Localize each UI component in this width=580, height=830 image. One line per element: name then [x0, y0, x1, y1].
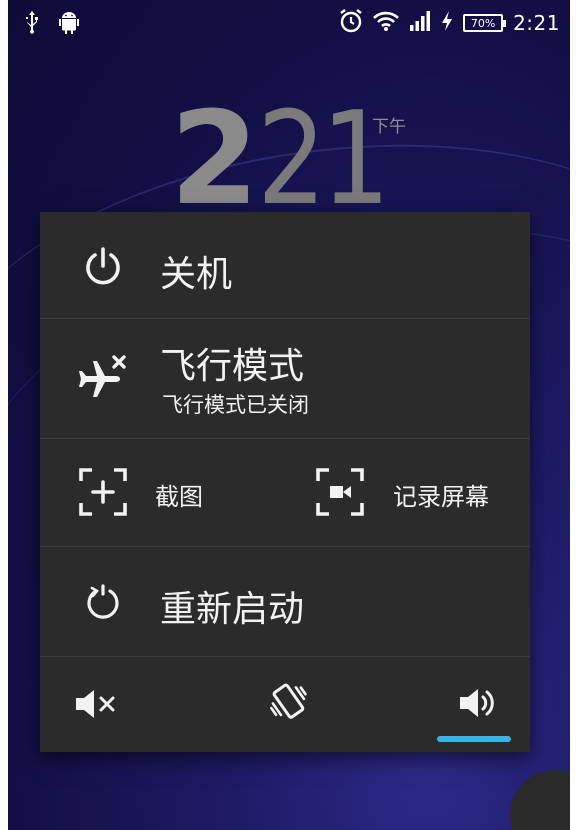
restart-icon — [84, 584, 122, 626]
shutdown-label: 关机 — [160, 254, 233, 295]
charging-icon — [441, 10, 453, 36]
alarm-icon — [339, 8, 363, 38]
clock-hour: 2 — [170, 85, 259, 234]
screen-record-icon — [315, 467, 365, 521]
clock-minute: 21 — [257, 85, 390, 234]
usb-icon — [24, 10, 40, 38]
vibrate-icon[interactable] — [264, 677, 314, 731]
screen-record-item[interactable]: 记录屏幕 — [285, 439, 530, 547]
reboot-label: 重新启动 — [160, 589, 305, 630]
screenshot-item[interactable]: 截图 — [40, 439, 285, 547]
reboot-item[interactable]: 重新启动 — [40, 547, 530, 657]
lock-clock: 2 21 下午 — [170, 85, 408, 234]
android-icon — [58, 10, 80, 38]
signal-icon — [409, 10, 431, 36]
screenshot-icon — [78, 467, 128, 521]
wifi-icon — [373, 10, 399, 36]
screen-record-label: 记录屏幕 — [393, 483, 489, 511]
clock-ampm: 下午 — [372, 117, 406, 137]
sound-on-icon[interactable] — [458, 685, 500, 725]
power-icon — [82, 246, 124, 292]
selected-sound-mode-indicator — [437, 736, 511, 742]
battery-indicator: 70% — [463, 14, 507, 32]
airplane-icon — [78, 353, 130, 409]
corner-shadow — [510, 770, 570, 830]
mute-icon[interactable] — [74, 687, 122, 725]
shutdown-item[interactable]: 关机 — [40, 212, 530, 319]
battery-level: 70% — [470, 16, 496, 30]
power-menu-dialog: 关机 飞行模式 飞行模式已关闭 截图 记录屏幕 重新启动 — [40, 212, 530, 752]
status-time: 2:21 — [513, 11, 560, 35]
airplane-mode-label: 飞行模式 — [160, 346, 305, 387]
airplane-mode-item[interactable]: 飞行模式 飞行模式已关闭 — [40, 319, 530, 439]
status-bar: 70% 2:21 — [8, 0, 570, 46]
screenshot-label: 截图 — [155, 483, 203, 511]
airplane-mode-status: 飞行模式已关闭 — [162, 393, 309, 417]
sound-mode-row — [40, 657, 530, 752]
capture-row: 截图 记录屏幕 — [40, 439, 530, 547]
